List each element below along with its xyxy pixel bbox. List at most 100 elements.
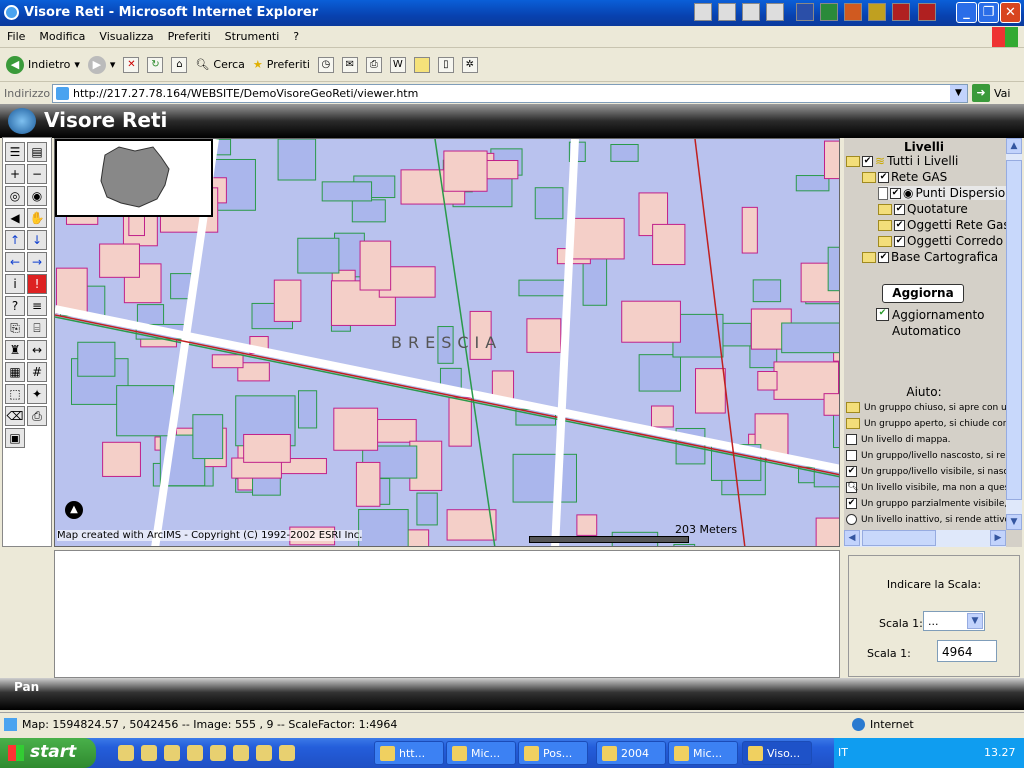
scroll-thumb[interactable] [1006, 160, 1022, 500]
taskbar-item[interactable]: Viso... [742, 741, 812, 765]
zoom-full-tool-icon[interactable]: ◎ [5, 186, 25, 206]
taskbar-item[interactable]: Mic... [668, 741, 738, 765]
favorites-button[interactable]: ★ Preferiti [253, 58, 310, 71]
measure-tool-icon[interactable]: ↔ [27, 340, 47, 360]
auto-refresh-checkbox[interactable]: ✔ [876, 308, 889, 321]
taskbar-item[interactable]: htt... [374, 741, 444, 765]
search-tool-icon[interactable]: ♜ [5, 340, 25, 360]
quicklaunch-icon[interactable] [766, 3, 784, 21]
identify-tool-icon[interactable]: i [5, 274, 25, 294]
scroll-left-button[interactable]: ◀ [844, 530, 860, 546]
quick-launch-icon[interactable] [118, 745, 134, 761]
minimize-button[interactable]: _ [956, 2, 977, 23]
query-tool-icon[interactable]: ? [5, 296, 25, 316]
research-icon[interactable]: ▯ [437, 56, 454, 73]
scroll-right-button[interactable]: ▶ [990, 530, 1006, 546]
search-button[interactable]: 🔍︎ Cerca [195, 58, 245, 71]
extent-tool-icon[interactable]: ▣ [5, 428, 25, 448]
layers-horizontal-scrollbar[interactable]: ◀ ▶ [844, 530, 1006, 547]
find-tool-icon[interactable]: ⎘ [5, 318, 25, 338]
word-icon[interactable] [796, 3, 814, 21]
print-icon[interactable]: ⎙ [365, 56, 382, 73]
home-icon[interactable]: ⌂ [171, 56, 188, 73]
back-button[interactable]: ◀ Indietro ▾ [6, 55, 80, 74]
menu-file[interactable]: File [0, 26, 32, 43]
powerpoint-icon[interactable] [844, 3, 862, 21]
edit-icon[interactable]: W [389, 56, 406, 73]
menu-strumenti[interactable]: Strumenti [218, 26, 287, 43]
stop-icon[interactable]: ✕ [123, 56, 140, 73]
scroll-thumb[interactable] [862, 530, 936, 546]
taskbar-item[interactable]: Mic... [446, 741, 516, 765]
zoom-active-tool-icon[interactable]: ◉ [27, 186, 47, 206]
taskbar-item[interactable]: 2004 [596, 741, 666, 765]
layer-item[interactable]: ✔ Quotature [878, 202, 968, 216]
menu-visualizza[interactable]: Visualizza [92, 26, 160, 43]
overview-map[interactable] [55, 139, 213, 217]
pan-tool-icon[interactable]: ✋ [27, 208, 47, 228]
start-button[interactable]: start [0, 738, 96, 768]
mail-icon[interactable] [742, 3, 760, 21]
quick-launch-icon[interactable] [256, 745, 272, 761]
layer-checkbox[interactable]: ✔ [878, 251, 889, 263]
pan-east-tool-icon[interactable]: → [27, 252, 47, 272]
quick-launch-icon[interactable] [187, 745, 203, 761]
scale-input[interactable]: 4964 [937, 640, 997, 662]
pan-west-tool-icon[interactable]: ← [5, 252, 25, 272]
layer-checkbox[interactable]: ✔ [894, 235, 905, 247]
pan-north-tool-icon[interactable]: ↑ [5, 230, 25, 250]
zoom-back-tool-icon[interactable]: ◀ [5, 208, 25, 228]
outlook-icon[interactable] [868, 3, 886, 21]
address-dropdown[interactable]: ▼ [950, 84, 967, 102]
refresh-button[interactable]: Aggiorna [882, 284, 964, 303]
quick-launch-icon[interactable] [233, 745, 249, 761]
layer-item[interactable]: ✔ ≋ Tutti i Livelli [846, 154, 958, 168]
refresh-icon[interactable]: ↻ [147, 56, 164, 73]
app-icon[interactable] [918, 3, 936, 21]
layer-item[interactable]: ✔ Rete GAS [862, 170, 947, 184]
address-input[interactable]: http://217.27.78.164/WEBSITE/DemoVisoreG… [52, 83, 968, 103]
scroll-up-button[interactable]: ▲ [1006, 138, 1022, 154]
legend-tool-icon[interactable]: ☰ [5, 142, 25, 162]
taskbar-item[interactable]: Pos... [518, 741, 588, 765]
maximize-button[interactable]: ❐ [978, 2, 999, 23]
quick-launch-icon[interactable] [141, 745, 157, 761]
layer-item[interactable]: ✔ Oggetti Corredo G [878, 234, 1016, 248]
history-icon[interactable]: ◷ [317, 56, 334, 73]
access-icon[interactable] [892, 3, 910, 21]
excel-icon[interactable] [820, 3, 838, 21]
forward-button[interactable]: ▶ ▾ [87, 55, 115, 74]
grid-tool-icon[interactable]: # [27, 362, 47, 382]
menu-help[interactable]: ? [286, 26, 306, 43]
select-shape-tool-icon[interactable]: ⬚ [5, 384, 25, 404]
quicklaunch-icon[interactable] [694, 3, 712, 21]
close-button[interactable]: ✕ [1000, 2, 1021, 23]
quick-launch-icon[interactable] [279, 745, 295, 761]
layer-checkbox[interactable]: ✔ [878, 171, 889, 183]
messenger-icon[interactable]: ✲ [461, 56, 478, 73]
mail-icon[interactable]: ✉ [341, 56, 358, 73]
select-rect-tool-icon[interactable]: ▦ [5, 362, 25, 382]
layer-item[interactable]: ✔ Base Cartografica [862, 250, 998, 264]
locate-tool-icon[interactable]: ✦ [27, 384, 47, 404]
layer-checkbox[interactable]: ✔ [890, 187, 901, 199]
quick-launch-icon[interactable] [210, 745, 226, 761]
menu-modifica[interactable]: Modifica [32, 26, 92, 43]
zoom-in-tool-icon[interactable]: + [5, 164, 25, 184]
go-button[interactable]: ➜ Vai [972, 84, 1010, 102]
zoom-out-tool-icon[interactable]: − [27, 164, 47, 184]
select-tool-icon[interactable]: ≡ [27, 296, 47, 316]
overview-toggle-tool-icon[interactable]: ▤ [27, 142, 47, 162]
pan-south-tool-icon[interactable]: ↓ [27, 230, 47, 250]
layer-checkbox[interactable]: ✔ [862, 155, 873, 167]
language-indicator[interactable]: IT [838, 746, 848, 759]
layer-item[interactable]: ✔ ◉ Punti Dispersione [878, 186, 1021, 200]
scroll-down-button[interactable]: ▼ [1006, 514, 1022, 530]
clear-tool-icon[interactable]: ⌫ [5, 406, 25, 426]
active-radio[interactable]: ◉ [903, 186, 913, 200]
hyperlink-tool-icon[interactable]: ! [27, 274, 47, 294]
layer-checkbox[interactable]: ✔ [894, 203, 905, 215]
layer-checkbox[interactable]: ✔ [894, 219, 905, 231]
print-tool-icon[interactable]: ⎙ [27, 406, 47, 426]
scale-select[interactable]: ... ▼ [923, 611, 985, 631]
